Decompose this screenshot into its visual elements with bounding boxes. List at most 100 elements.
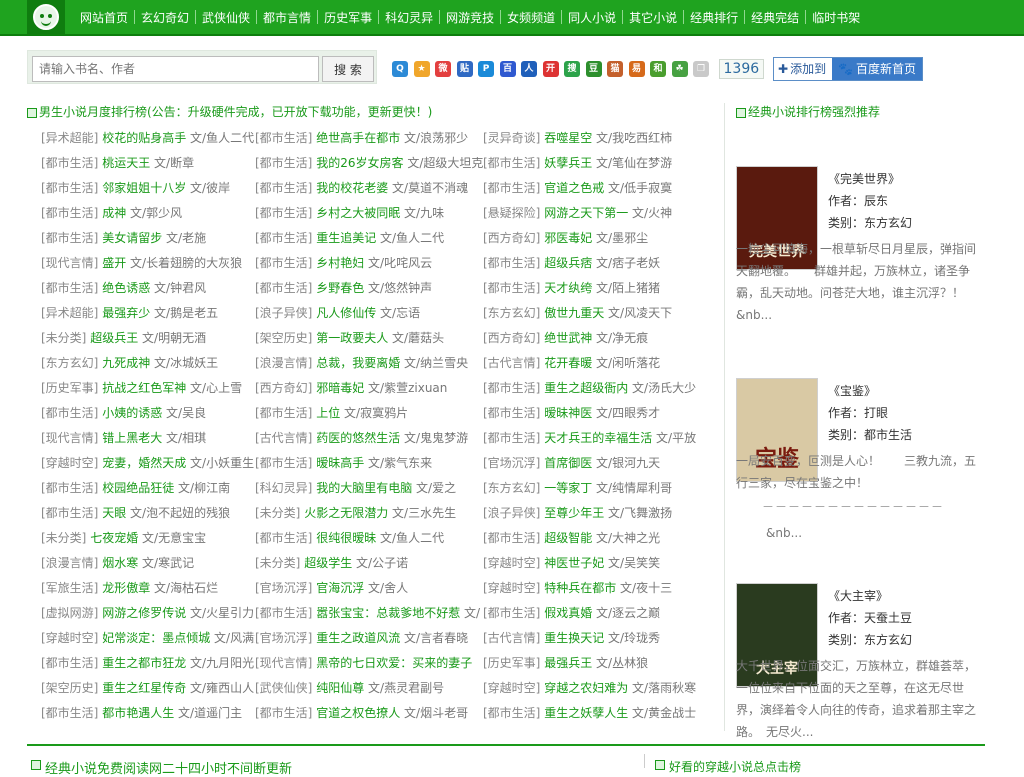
book-link[interactable]: 超级智能 [544,531,592,545]
category-link[interactable]: [都市生活] [483,531,540,545]
weibo-icon[interactable]: 微 [435,61,451,77]
book-link[interactable]: 乡村之大被同眠 [316,206,400,220]
category-link[interactable]: [浪子异侠] [255,306,312,320]
category-link[interactable]: [都市生活] [255,606,312,620]
book-link[interactable]: 重生换天记 [544,631,604,645]
search-input[interactable] [32,56,319,82]
nav-item[interactable]: 玄幻奇幻 [135,9,195,26]
qzone-icon[interactable]: ★ [413,61,430,77]
book-link[interactable]: 重生之政道风流 [316,631,400,645]
book-link[interactable]: 邪医毒妃 [544,231,592,245]
category-link[interactable]: [武侠仙侠] [255,681,312,695]
category-link[interactable]: [都市生活] [41,231,98,245]
book-link[interactable]: 妃常淡定：墨点倾城 [102,631,210,645]
book-link[interactable]: 假戏真婚 [544,606,592,620]
category-link[interactable]: [都市生活] [41,706,98,720]
nav-item[interactable]: 历史军事 [318,9,378,26]
category-link[interactable]: [历史军事] [41,381,98,395]
category-link[interactable]: [都市生活] [255,456,312,470]
book-link[interactable]: 妖孽兵王 [544,156,592,170]
book-link[interactable]: 我的26岁女房客 [316,156,403,170]
book-link[interactable]: 绝色诱惑 [102,281,150,295]
book-link[interactable]: 官道之权色撩人 [316,706,400,720]
category-link[interactable]: [东方玄幻] [483,306,540,320]
nav-item[interactable]: 其它小说 [623,9,683,26]
category-link[interactable]: [都市生活] [483,406,540,420]
category-link[interactable]: [官场沉浮] [255,631,312,645]
book-link[interactable]: 暧昧高手 [316,456,364,470]
add-to-baidu-button[interactable]: ✚ 添加到 🐾 百度新首页 [773,57,924,81]
book-link[interactable]: 都市艳遇人生 [102,706,174,720]
book-link[interactable]: 校园绝品狂徒 [102,481,174,495]
book-link[interactable]: 最强弃少 [102,306,150,320]
book-link[interactable]: 药医的悠然生活 [316,431,400,445]
copy-icon[interactable]: ❐ [693,61,709,77]
category-link[interactable]: [都市生活] [255,406,312,420]
search-button[interactable]: 搜 索 [322,56,374,82]
book-link[interactable]: 校花的贴身高手 [102,131,186,145]
category-link[interactable]: [西方奇幻] [483,331,540,345]
book-link[interactable]: 傲世九重天 [544,306,604,320]
category-link[interactable]: [都市生活] [41,156,98,170]
category-link[interactable]: [都市生活] [255,706,312,720]
category-link[interactable]: [军旅生活] [41,581,98,595]
category-link[interactable]: [东方玄幻] [483,481,540,495]
book-link[interactable]: 特种兵在都市 [544,581,616,595]
category-link[interactable]: [都市生活] [41,506,98,520]
book-link[interactable]: 我的校花老婆 [316,181,388,195]
category-link[interactable]: [西方奇幻] [255,381,312,395]
category-link[interactable]: [都市生活] [255,181,312,195]
category-link[interactable]: [异术超能] [41,131,98,145]
book-link[interactable]: 重生之都市狂龙 [102,656,186,670]
book-link[interactable]: 邻家姐姐十八岁 [102,181,186,195]
qq-icon[interactable]: Q [392,61,408,77]
category-link[interactable]: [现代言情] [255,656,312,670]
mop-icon[interactable]: 猫 [607,61,623,77]
category-link[interactable]: [古代言情] [255,431,312,445]
category-link[interactable]: [现代言情] [41,256,98,270]
category-link[interactable]: [虚拟网游] [41,606,98,620]
book-link[interactable]: 第一政要夫人 [316,331,388,345]
book-link[interactable]: 天眼 [102,506,126,520]
book-link[interactable]: 错上黑老大 [102,431,162,445]
baidu-icon[interactable]: 百 [499,61,516,77]
category-link[interactable]: [西方奇幻] [483,231,540,245]
book-link[interactable]: 重生之超级衙内 [544,381,628,395]
tieba-icon[interactable]: 贴 [456,61,473,77]
nav-item[interactable]: 网站首页 [74,9,134,26]
book-link[interactable]: 网游之天下第一 [544,206,628,220]
category-link[interactable]: [未分类] [41,531,86,545]
book-title[interactable]: 《大主宰》 [828,585,978,607]
book-link[interactable]: 成神 [102,206,126,220]
category-link[interactable]: [都市生活] [41,181,98,195]
book-link[interactable]: 桃运天王 [102,156,150,170]
nav-item[interactable]: 经典完结 [745,9,805,26]
category-link[interactable]: [架空历史] [255,331,312,345]
book-link[interactable]: 重生追美记 [316,231,376,245]
book-link[interactable]: 黑帝的七日欢爱：买来的妻子 [316,656,472,670]
category-link[interactable]: [浪子异侠] [483,506,540,520]
category-link[interactable]: [东方玄幻] [41,356,98,370]
book-title[interactable]: 《宝鉴》 [828,380,978,402]
category-link[interactable]: [都市生活] [255,231,312,245]
book-link[interactable]: 绝世高手在都市 [316,131,400,145]
category-link[interactable]: [异术超能] [41,306,98,320]
book-link[interactable]: 神医世子妃 [544,556,604,570]
category-link[interactable]: [灵异奇谈] [483,131,540,145]
book-link[interactable]: 暧昧神医 [544,406,592,420]
nav-item[interactable]: 经典排行 [684,9,744,26]
category-link[interactable]: [穿越时空] [483,556,540,570]
book-link[interactable]: 很纯很暧昧 [316,531,376,545]
book-link[interactable]: 火影之无限潜力 [304,506,388,520]
category-link[interactable]: [都市生活] [483,156,540,170]
category-link[interactable]: [架空历史] [41,681,98,695]
book-link[interactable]: 天才兵王的幸福生活 [544,431,652,445]
book-link[interactable]: 上位 [316,406,340,420]
book-link[interactable]: 网游之修罗传说 [102,606,186,620]
category-link[interactable]: [都市生活] [41,406,98,420]
category-link[interactable]: [浪漫言情] [255,356,312,370]
hexun-icon[interactable]: 和 [650,61,666,77]
nav-item[interactable]: 网游竞技 [440,9,500,26]
book-link[interactable]: 九死成神 [102,356,150,370]
category-link[interactable]: [穿越时空] [41,456,98,470]
